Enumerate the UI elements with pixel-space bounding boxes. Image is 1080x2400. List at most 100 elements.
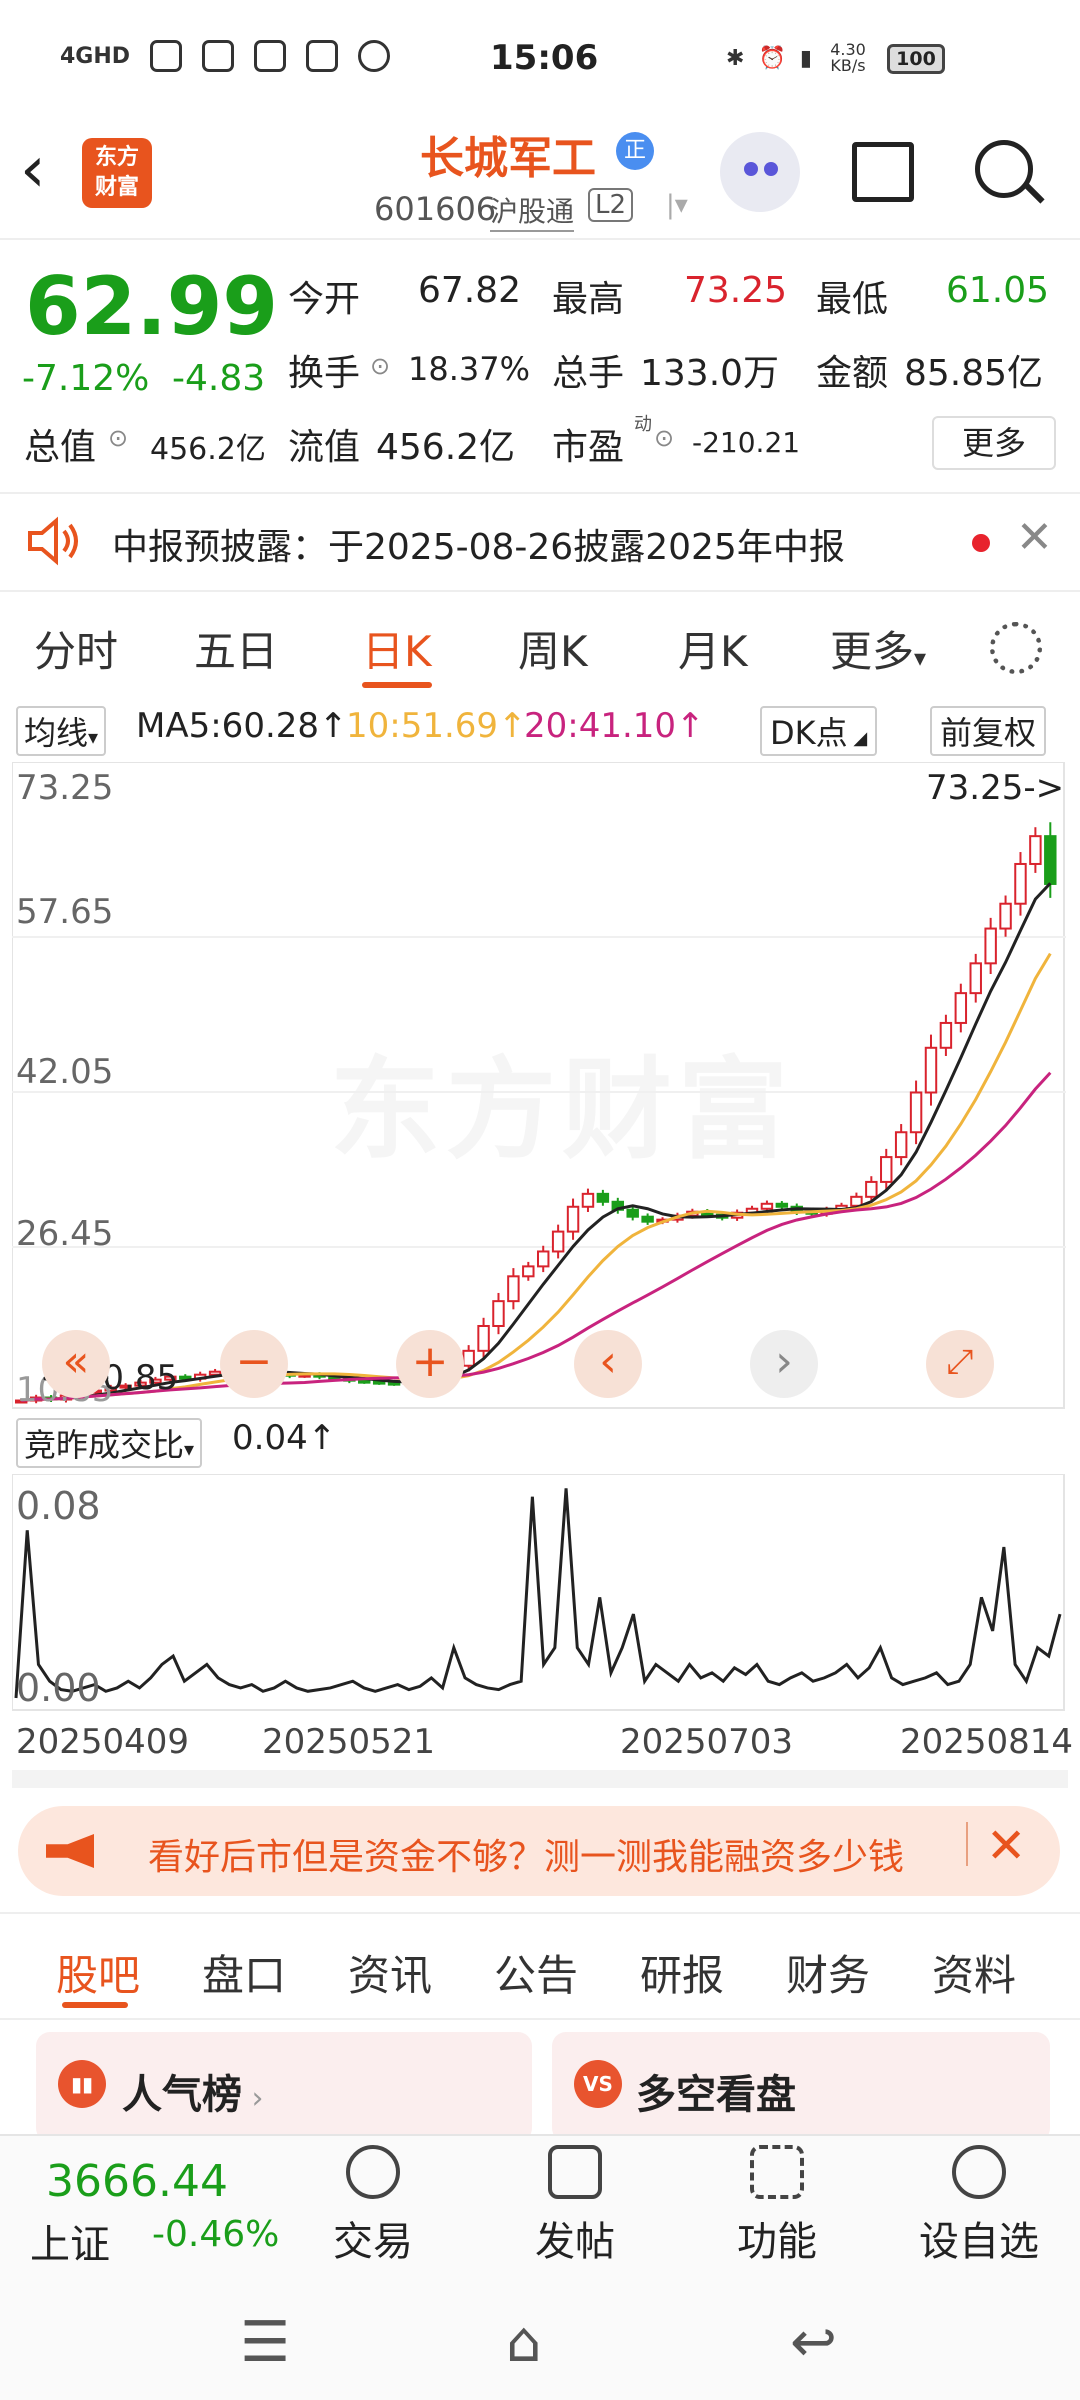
close-icon[interactable]: ✕ xyxy=(986,1818,1026,1874)
tab-news[interactable]: 资讯 xyxy=(348,1942,432,2003)
more-button[interactable]: 更多 xyxy=(932,416,1056,470)
tab-guba[interactable]: 股吧 xyxy=(56,1942,140,2003)
candlestick-chart[interactable] xyxy=(12,762,1066,1410)
index-name[interactable]: 上证 xyxy=(30,2212,110,2270)
vs-icon: VS xyxy=(574,2060,622,2108)
candle xyxy=(1014,862,1027,905)
ma5-text: MA5:60.28 xyxy=(136,706,320,746)
status-left-icons: 4GHD xyxy=(60,40,391,72)
back-nav-icon[interactable]: ↩ xyxy=(790,2310,837,2375)
speaker-icon-svg xyxy=(28,516,78,566)
total-cap-label: 总值 xyxy=(24,427,97,468)
footer-functions[interactable]: 功能 xyxy=(712,2145,842,2267)
quote-amount-label: 金额 xyxy=(816,353,889,394)
quote-high-value: 73.25 xyxy=(684,270,788,311)
info-icon[interactable]: ⊙ xyxy=(370,352,390,380)
total-cap-value: 456.2亿 xyxy=(150,432,266,467)
high-marker: 73.25-> xyxy=(926,768,1065,808)
ma-selector-label: 均线 xyxy=(24,714,89,752)
change-percent: -7.12% xyxy=(22,358,150,399)
alarm-icon: ⏰ xyxy=(758,45,786,71)
app-notification-icon xyxy=(254,40,287,72)
candle xyxy=(566,1205,580,1233)
x-tick: 20250521 xyxy=(262,1722,436,1762)
logo-text-bottom: 财富 xyxy=(94,175,139,200)
tab-weekly-k[interactable]: 周K xyxy=(518,618,588,679)
pe-dynamic-sup: 动 xyxy=(634,414,652,435)
grid-icon xyxy=(750,2145,804,2199)
tab-pankou[interactable]: 盘口 xyxy=(202,1942,286,2003)
assistant-robot-icon[interactable] xyxy=(720,132,800,212)
home-icon[interactable]: ⌂ xyxy=(506,2310,542,2375)
float-cap-label: 流值 xyxy=(288,427,361,468)
eastmoney-logo: 东方 财富 xyxy=(82,138,152,208)
adjust-selector[interactable]: 前复权 xyxy=(930,706,1047,756)
close-icon[interactable]: ✕ xyxy=(1016,512,1053,563)
search-icon-handle xyxy=(1023,182,1045,204)
y-tick: 57.65 xyxy=(16,892,114,932)
candle xyxy=(999,902,1012,930)
sub-indicator-selector[interactable]: 竞昨成交比▾ xyxy=(16,1418,203,1468)
fullscreen-icon[interactable]: ⤢ xyxy=(926,1330,994,1398)
candle xyxy=(477,1324,490,1352)
tab-finance[interactable]: 财务 xyxy=(786,1942,870,2003)
back-button[interactable]: ‹ xyxy=(20,138,46,202)
candle xyxy=(1044,835,1057,885)
dropdown-icon[interactable]: |▾ xyxy=(666,190,688,220)
quote-turnover-value: 18.37% xyxy=(408,350,531,388)
popularity-title: 人气榜 › xyxy=(122,2062,264,2120)
footer-trade[interactable]: 交易 xyxy=(308,2145,438,2267)
info-icon[interactable]: ⊙ xyxy=(654,424,674,452)
tab-announcements[interactable]: 公告 xyxy=(494,1942,578,2003)
tab-five-day[interactable]: 五日 xyxy=(194,618,278,679)
tab-intraday[interactable]: 分时 xyxy=(34,618,118,679)
ma20-value: 20:41.10↑ xyxy=(524,706,705,746)
ma10-line xyxy=(21,952,1052,1403)
candle xyxy=(865,1180,878,1198)
vibrate-icon: ▮ xyxy=(799,45,812,71)
logo-text-top: 东方 xyxy=(94,145,139,170)
zoom-in-button[interactable]: + xyxy=(396,1330,464,1398)
tab-research[interactable]: 研报 xyxy=(640,1942,724,2003)
popularity-card[interactable] xyxy=(36,2032,532,2142)
index-value[interactable]: 3666.44 xyxy=(46,2156,228,2207)
footer-functions-label: 功能 xyxy=(737,2219,817,2265)
more-dots-icon xyxy=(952,2145,1006,2199)
candle xyxy=(969,962,982,995)
zoom-out-button[interactable]: − xyxy=(220,1330,288,1398)
quote-turnover-label: 换手 xyxy=(288,353,361,394)
level2-tag: L2 xyxy=(588,188,634,222)
index-change[interactable]: -0.46% xyxy=(152,2214,279,2255)
footer-post[interactable]: 发帖 xyxy=(510,2145,640,2267)
footer-watchlist[interactable]: 设自选 xyxy=(914,2145,1044,2267)
info-icon[interactable]: ⊙ xyxy=(108,424,128,452)
volume-ratio-chart[interactable] xyxy=(12,1474,1066,1712)
chevron-right-icon: › xyxy=(242,2081,264,2116)
tab-monthly-k[interactable]: 月K xyxy=(678,618,748,679)
robot-eye xyxy=(744,162,758,176)
tab-more[interactable]: 更多▾ xyxy=(830,618,926,679)
ranking-icon: ▮▮ xyxy=(58,2060,106,2108)
app-notification-icon xyxy=(306,40,339,72)
quote-open-label: 今开 xyxy=(288,279,361,320)
prev-button[interactable]: ‹ xyxy=(574,1330,642,1398)
scroll-left-button[interactable]: « xyxy=(42,1330,110,1398)
search-icon[interactable] xyxy=(975,140,1033,198)
menu-icon[interactable]: ☰ xyxy=(240,2310,290,2375)
y-tick: 42.05 xyxy=(16,1052,114,1092)
sub-indicator-label: 竞昨成交比 xyxy=(24,1426,185,1464)
dk-point-selector[interactable]: DK点 ◢ xyxy=(760,706,878,756)
ma-selector[interactable]: 均线▾ xyxy=(16,706,107,756)
pe-value: -210.21 xyxy=(692,426,801,459)
tab-profile[interactable]: 资料 xyxy=(932,1942,1016,2003)
popularity-title-text: 人气榜 xyxy=(122,2072,242,2118)
candle xyxy=(596,1192,610,1203)
x-tick: 20250409 xyxy=(16,1722,190,1762)
tab-daily-k[interactable]: 日K xyxy=(362,618,432,679)
share-icon[interactable] xyxy=(852,142,914,202)
candle xyxy=(372,1380,386,1385)
next-button[interactable]: › xyxy=(750,1330,818,1398)
gear-icon[interactable] xyxy=(990,622,1042,674)
change-amount: -4.83 xyxy=(172,358,266,399)
bull-bear-card[interactable] xyxy=(552,2032,1050,2142)
